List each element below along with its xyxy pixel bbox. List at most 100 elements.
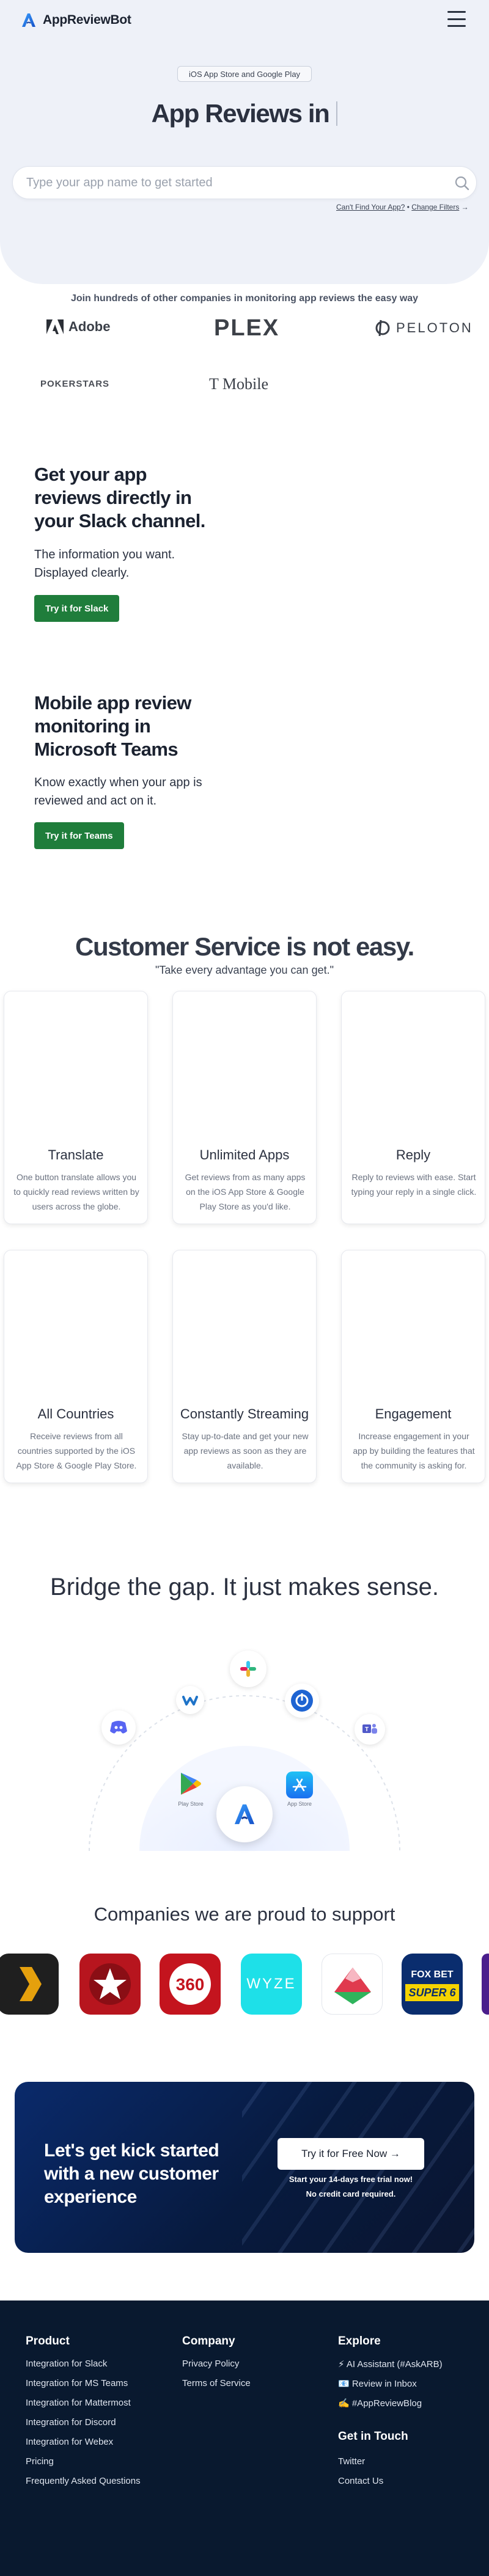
- footer-touch-heading: Get in Touch: [338, 2430, 408, 2443]
- appreviewbot-logo-icon: [22, 13, 35, 27]
- cta-title: Let's get kick started with a new custom…: [44, 2140, 219, 2207]
- adobe-logo-icon: [46, 319, 64, 334]
- feature-card-text: Reply to reviews with ease. Start typing…: [351, 1172, 477, 1197]
- plex-app-icon: [0, 1954, 59, 2015]
- feature-card-engagement: Engagement Increase engagement in your a…: [341, 1250, 485, 1483]
- brand-pokerstars: POKERSTARS: [40, 379, 109, 389]
- feature-card-constantly-streaming: Constantly Streaming Stay up-to-date and…: [172, 1250, 317, 1483]
- customer-service-subtitle: "Take every advantage you can get.": [155, 964, 334, 976]
- footer-link-ai-assistant[interactable]: ⚡ AI Assistant (#AskARB): [338, 2359, 443, 2370]
- feature-card-title: All Countries: [37, 1406, 114, 1421]
- footer-product-heading: Product: [26, 2335, 70, 2348]
- brand-logo[interactable]: AppReviewBot: [20, 11, 131, 29]
- footer-link-twitter[interactable]: Twitter: [338, 2456, 365, 2467]
- cant-find-app-link[interactable]: Can't Find Your App?: [336, 203, 405, 211]
- footer-link-mattermost[interactable]: Integration for Mattermost: [26, 2398, 131, 2408]
- footer-link-contact[interactable]: Contact Us: [338, 2476, 383, 2486]
- slack-icon: [230, 1651, 267, 1687]
- fox-bet-label: FOX BET: [411, 1969, 454, 1980]
- feature-card-unlimited-apps: Unlimited Apps Get reviews from as many …: [172, 991, 317, 1224]
- try-teams-button[interactable]: Try it for Teams: [34, 822, 124, 849]
- brand-peloton: PELOTON: [374, 319, 473, 337]
- hamburger-menu-icon[interactable]: [447, 11, 466, 27]
- footer-link-review-inbox[interactable]: 📧 Review in Inbox: [338, 2378, 417, 2389]
- app-search-box[interactable]: [12, 166, 477, 199]
- platform-badge: iOS App Store and Google Play: [177, 66, 312, 82]
- footer-link-webex[interactable]: Integration for Webex: [26, 2437, 113, 2447]
- app-store-icon: [286, 1771, 313, 1798]
- feature-card-text: Get reviews from as many apps on the iOS…: [185, 1172, 306, 1211]
- try-slack-button[interactable]: Try it for Slack: [34, 595, 120, 622]
- hero-title: App Reviews in: [0, 99, 489, 128]
- trusted-by-text: Join hundreds of other companies in moni…: [70, 293, 419, 304]
- footer-link-slack[interactable]: Integration for Slack: [26, 2359, 107, 2369]
- bridge-title: Bridge the gap. It just makes sense.: [50, 1574, 439, 1600]
- try-free-button[interactable]: Try it for Free Now →: [278, 2138, 424, 2170]
- search-help-links: Can't Find Your App? • Change Filters →: [336, 203, 469, 211]
- link-separator: •: [406, 203, 410, 211]
- appreviewbot-icon: [216, 1786, 273, 1842]
- svg-text:T: T: [365, 1726, 369, 1733]
- feature-card-translate: Translate One button translate allows yo…: [4, 991, 148, 1224]
- feature-card-text: Increase engagement in your app by build…: [353, 1431, 475, 1470]
- footer-explore-heading: Explore: [338, 2335, 381, 2348]
- brand-pokerstars-label: POKERSTARS: [40, 379, 110, 389]
- slack-feature-subtitle: The information you want. Displayed clea…: [34, 548, 175, 580]
- wyze-label: WYZE: [246, 1976, 296, 1992]
- teams-feature-title: Mobile app review monitoring in Microsof…: [34, 692, 191, 760]
- brand-name: AppReviewBot: [43, 13, 131, 27]
- feature-card-text: Receive reviews from all countries suppo…: [16, 1431, 137, 1470]
- slack-feature-title: Get your app reviews directly in your Sl…: [34, 464, 205, 531]
- hero-section: [0, 0, 489, 284]
- feature-card-reply: Reply Reply to reviews with ease. Start …: [341, 991, 485, 1224]
- feature-card-title: Unlimited Apps: [199, 1147, 290, 1162]
- play-store-icon: [176, 1771, 205, 1801]
- teams-icon: T: [355, 1714, 385, 1745]
- feature-card-text: Stay up-to-date and get your new app rev…: [182, 1431, 309, 1470]
- search-icon[interactable]: [454, 175, 470, 191]
- cta-note-card: No credit card required.: [306, 2189, 396, 2198]
- brand-adobe: Adobe: [46, 319, 110, 335]
- feature-card-title: Constantly Streaming: [180, 1406, 309, 1421]
- feature-card-all-countries: All Countries Receive reviews from all c…: [4, 1250, 148, 1483]
- hero-title-text: App Reviews in: [151, 99, 330, 128]
- cta-note-trial: Start your 14-days free trial now!: [289, 2175, 413, 2184]
- brand-tmobile: T Mobile: [209, 375, 268, 393]
- play-store-label: Play Store: [178, 1801, 204, 1807]
- footer-company-heading: Company: [182, 2335, 235, 2348]
- discord-icon: [101, 1710, 136, 1745]
- webex-icon: [176, 1686, 204, 1714]
- life360-app-icon: 360: [160, 1954, 221, 2015]
- change-filters-link[interactable]: Change Filters: [411, 203, 459, 211]
- brand-plex: PLEX: [214, 315, 279, 341]
- footer-link-blog[interactable]: ✍️ #AppReviewBlog: [338, 2398, 422, 2409]
- svg-text:360: 360: [176, 1975, 205, 1994]
- feature-card-title: Engagement: [375, 1406, 452, 1421]
- brand-peloton-label: PELOTON: [396, 320, 473, 335]
- mattermost-icon: [285, 1684, 319, 1718]
- footer-link-privacy[interactable]: Privacy Policy: [182, 2359, 239, 2369]
- wyze-app-icon: WYZE: [241, 1954, 302, 2015]
- brand-tmobile-label: T Mobile: [209, 375, 269, 393]
- typing-cursor: [336, 101, 338, 126]
- fox-bet-app-icon: FOX BET SUPER 6: [402, 1954, 463, 2015]
- pokerstars-app-icon: [79, 1954, 141, 2015]
- brand-adobe-label: Adobe: [68, 319, 111, 334]
- footer-link-pricing[interactable]: Pricing: [26, 2456, 54, 2467]
- peloton-logo-icon: [375, 319, 390, 337]
- footer-link-faq[interactable]: Frequently Asked Questions: [26, 2476, 141, 2486]
- app-search-input[interactable]: [26, 167, 442, 199]
- purple-app-icon: [482, 1954, 489, 2015]
- arrow-icon: →: [461, 203, 469, 211]
- footer-link-terms[interactable]: Terms of Service: [182, 2378, 251, 2388]
- footer-link-discord[interactable]: Integration for Discord: [26, 2417, 116, 2428]
- feature-card-title: Translate: [48, 1147, 104, 1162]
- companies-title: Companies we are proud to support: [94, 1903, 395, 1925]
- feature-card-title: Reply: [395, 1147, 431, 1162]
- feature-card-text: One button translate allows you to quick…: [13, 1172, 139, 1211]
- brand-plex-label: PLEX: [214, 315, 280, 341]
- teams-feature-subtitle: Know exactly when your app is reviewed a…: [34, 776, 202, 808]
- app-store-label: App Store: [287, 1801, 312, 1807]
- mountain-app-icon: [322, 1954, 383, 2015]
- footer-link-ms-teams[interactable]: Integration for MS Teams: [26, 2378, 128, 2388]
